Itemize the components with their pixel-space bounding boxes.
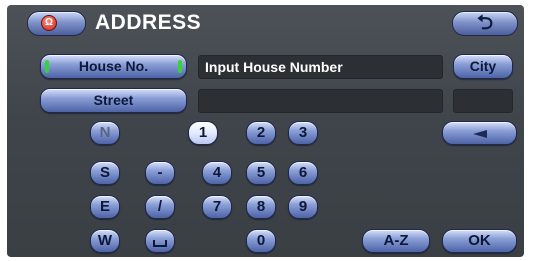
key-4[interactable]: 4 xyxy=(202,161,232,185)
active-indicator-right xyxy=(178,60,182,73)
home-icon: Ω xyxy=(41,15,57,31)
active-indicator-left xyxy=(45,60,49,73)
back-arrow-icon: ⮌ xyxy=(476,12,494,34)
space-button[interactable] xyxy=(145,229,175,253)
city-button[interactable]: City xyxy=(453,54,513,79)
space-icon xyxy=(153,240,167,247)
key-slash[interactable]: / xyxy=(145,195,175,219)
back-button[interactable]: ⮌ xyxy=(452,11,518,36)
ok-button[interactable]: OK xyxy=(442,229,517,253)
home-button[interactable]: Ω xyxy=(27,11,86,36)
house-number-label: House No. xyxy=(78,58,149,74)
delete-icon xyxy=(472,130,487,138)
street-field xyxy=(198,89,443,113)
key-w[interactable]: W xyxy=(90,229,120,253)
key-9[interactable]: 9 xyxy=(288,195,318,219)
page-title: ADDRESS xyxy=(95,11,202,34)
a-z-button[interactable]: A-Z xyxy=(362,229,430,253)
house-number-button[interactable]: House No. xyxy=(40,54,187,79)
key-1[interactable]: 1 xyxy=(188,121,218,145)
house-number-input[interactable]: Input House Number xyxy=(198,55,443,79)
key-dash[interactable]: - xyxy=(145,161,175,185)
key-2[interactable]: 2 xyxy=(246,121,276,145)
key-5[interactable]: 5 xyxy=(246,161,276,185)
extra-field xyxy=(453,89,513,113)
street-button[interactable]: Street xyxy=(40,88,187,113)
key-s[interactable]: S xyxy=(90,161,120,185)
key-8[interactable]: 8 xyxy=(246,195,276,219)
key-0[interactable]: 0 xyxy=(246,229,276,253)
delete-button[interactable] xyxy=(442,121,517,145)
key-6[interactable]: 6 xyxy=(288,161,318,185)
key-3[interactable]: 3 xyxy=(288,121,318,145)
key-e[interactable]: E xyxy=(90,195,120,219)
key-n[interactable]: N xyxy=(90,121,120,145)
key-7[interactable]: 7 xyxy=(202,195,232,219)
navigation-screen: Ω ADDRESS ⮌ House No. Input House Number… xyxy=(7,5,524,257)
